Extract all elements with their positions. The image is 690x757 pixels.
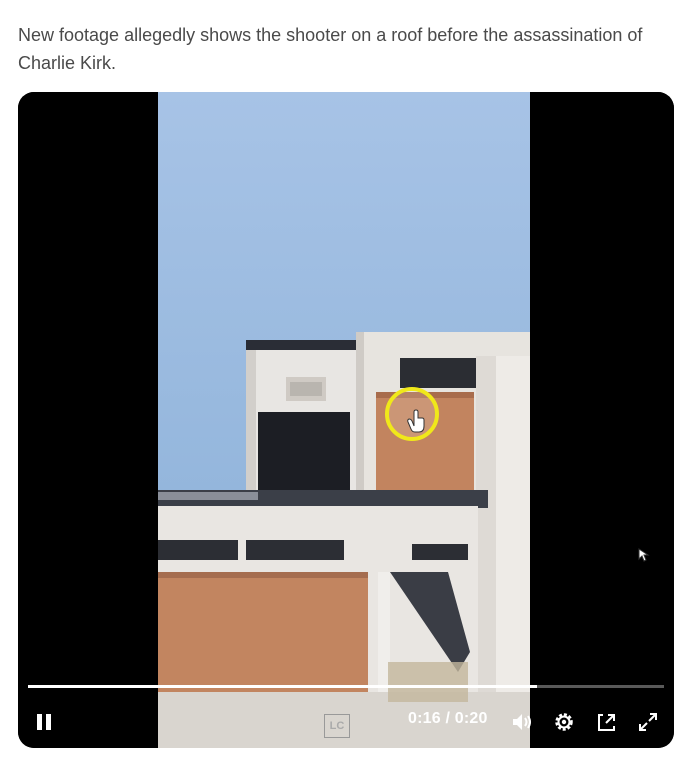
video-frame xyxy=(18,92,674,748)
video-controls: 0:16 / 0:20 xyxy=(18,702,674,742)
volume-button[interactable] xyxy=(510,702,534,742)
fullscreen-button[interactable] xyxy=(636,702,660,742)
duration: 0:20 xyxy=(454,710,488,727)
post-text: New footage allegedly shows the shooter … xyxy=(18,25,643,73)
cursor-highlight-icon xyxy=(385,387,439,441)
time-separator: / xyxy=(440,710,455,727)
video-player[interactable]: LC 0:16 / 0:20 xyxy=(18,92,674,748)
fullscreen-icon xyxy=(639,713,657,731)
mouse-pointer-icon xyxy=(638,548,650,562)
volume-muted-icon xyxy=(513,714,531,730)
settings-gear-icon xyxy=(555,713,573,731)
progress-bar[interactable] xyxy=(28,685,664,688)
current-time: 0:16 xyxy=(408,710,441,727)
progress-bar-fill xyxy=(28,685,537,688)
pause-icon xyxy=(37,714,51,730)
time-display: 0:16 / 0:20 xyxy=(408,710,488,728)
picture-in-picture-icon xyxy=(598,714,615,731)
picture-in-picture-button[interactable] xyxy=(594,702,618,742)
pause-button[interactable] xyxy=(30,702,58,742)
settings-button[interactable] xyxy=(552,702,576,742)
